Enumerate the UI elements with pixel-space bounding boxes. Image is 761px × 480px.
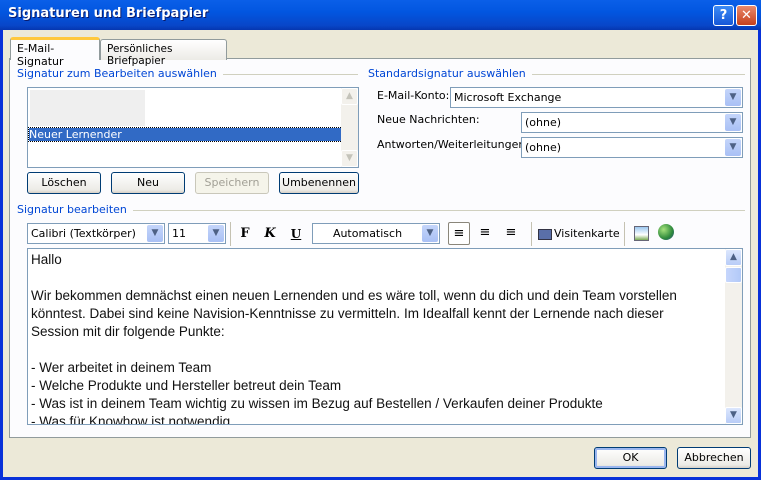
new-button[interactable]: Neu (111, 172, 185, 194)
font-select[interactable]: Calibri (Textkörper) ▼ (27, 223, 165, 244)
editor-line: - Wer arbeitet in deinem Team (31, 360, 212, 375)
font-size-value: 11 (172, 227, 186, 240)
replies-select[interactable]: (ohne) ▼ (521, 137, 743, 158)
list-scrollbar[interactable]: ▲ ▼ (341, 88, 358, 167)
account-label: E-Mail-Konto: (377, 89, 450, 102)
scroll-down-icon[interactable]: ▼ (725, 407, 742, 424)
signature-editor[interactable]: Hallo Wir bekommen demnächst einen neuen … (27, 248, 743, 425)
editor-line: Session mit dir folgende Punkte: (31, 324, 225, 339)
toolbar-separator (230, 222, 231, 246)
section-title-default: Standardsignatur auswählen (368, 67, 532, 80)
close-button[interactable]: ✕ (736, 5, 757, 26)
chevron-down-icon: ▼ (147, 225, 163, 242)
color-select[interactable]: Automatisch ▼ (312, 223, 440, 244)
align-center-icon: ≡ (479, 225, 491, 240)
underline-button[interactable]: U (286, 223, 306, 245)
account-select[interactable]: Microsoft Exchange ▼ (450, 87, 743, 108)
toolbar-separator (531, 222, 532, 246)
list-item[interactable]: Neuer Lernender (28, 127, 343, 142)
insert-hyperlink-icon[interactable] (658, 224, 674, 240)
chevron-down-icon: ▼ (725, 89, 741, 106)
scroll-up-icon[interactable]: ▲ (725, 249, 742, 266)
align-left-button[interactable]: ≡ (448, 222, 470, 245)
chevron-down-icon: ▼ (725, 114, 741, 131)
editor-line (31, 269, 721, 287)
tab-personal-stationery[interactable]: Persönliches Briefpapier (100, 39, 227, 67)
new-messages-value: (ohne) (525, 116, 562, 129)
editor-line: könntest. Dabei sind keine Navision-Kenn… (31, 306, 664, 321)
signature-list[interactable]: Neuer Lernender ▲ ▼ (27, 87, 359, 168)
blank-list-area (30, 90, 145, 126)
account-value: Microsoft Exchange (454, 91, 562, 104)
align-right-button[interactable]: ≡ (500, 222, 522, 245)
color-value: Automatisch (332, 227, 403, 240)
toolbar-separator (624, 222, 625, 246)
chevron-down-icon: ▼ (422, 225, 438, 242)
section-title-edit: Signatur bearbeiten (17, 203, 133, 216)
window-title: Signaturen und Briefpapier (8, 6, 209, 21)
align-center-button[interactable]: ≡ (474, 222, 496, 245)
replies-label: Antworten/Weiterleitungen: (377, 138, 530, 151)
align-right-icon: ≡ (505, 225, 517, 240)
ok-button[interactable]: OK (594, 447, 667, 469)
scroll-down-icon[interactable]: ▼ (341, 150, 358, 167)
tab-email-signature[interactable]: E-Mail-Signatur (10, 37, 100, 68)
editor-line (31, 341, 721, 359)
business-card-button[interactable]: Visitenkarte (538, 227, 620, 243)
delete-button[interactable]: Löschen (27, 172, 101, 194)
font-value: Calibri (Textkörper) (31, 227, 136, 240)
editor-line: Hallo (31, 252, 62, 267)
chevron-down-icon: ▼ (725, 139, 741, 156)
rename-button[interactable]: Umbenennen (279, 172, 359, 194)
editor-line: - Was für Knowhow ist notwendig (31, 414, 231, 425)
business-card-label: Visitenkarte (554, 227, 620, 240)
editor-line: - Was ist in deinem Team wichtig zu wiss… (31, 396, 603, 411)
align-left-icon: ≡ (453, 226, 465, 241)
scroll-up-icon[interactable]: ▲ (341, 88, 358, 105)
editor-line: Wir bekommen demnächst einen neuen Lerne… (31, 288, 677, 303)
editor-text[interactable]: Hallo Wir bekommen demnächst einen neuen … (31, 251, 721, 425)
editor-line: - Welche Produkte und Hersteller betreut… (31, 378, 342, 393)
business-card-icon (538, 228, 552, 240)
help-button[interactable]: ? (713, 5, 734, 26)
chevron-down-icon: ▼ (208, 225, 224, 242)
scroll-thumb[interactable] (725, 267, 742, 283)
section-title-select: Signatur zum Bearbeiten auswählen (17, 67, 223, 80)
new-messages-label: Neue Nachrichten: (377, 113, 480, 126)
insert-picture-icon[interactable] (634, 226, 649, 241)
replies-value: (ohne) (525, 141, 562, 154)
font-size-select[interactable]: 11 ▼ (168, 223, 226, 244)
bold-button[interactable]: F (235, 223, 255, 245)
cancel-button[interactable]: Abbrechen (677, 447, 751, 469)
editor-scrollbar[interactable]: ▲ ▼ (725, 249, 742, 424)
italic-button[interactable]: K (260, 223, 280, 245)
save-button[interactable]: Speichern (195, 172, 269, 194)
new-messages-select[interactable]: (ohne) ▼ (521, 112, 743, 133)
